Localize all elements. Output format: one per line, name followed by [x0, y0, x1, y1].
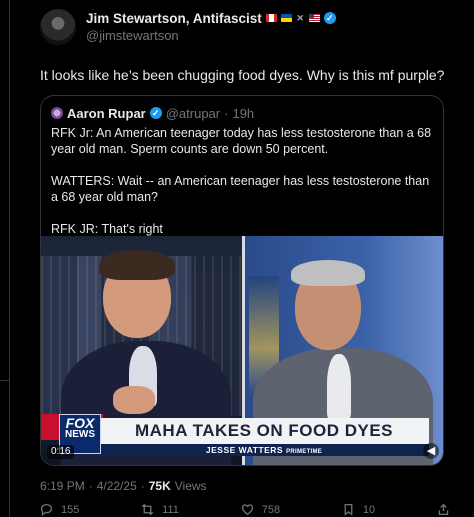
headline-text: MAHA TAKES ON FOOD DYES [99, 418, 429, 444]
repost-button[interactable]: 111 [141, 503, 179, 516]
quoted-time: 19h [232, 105, 255, 121]
thread-line [9, 0, 10, 517]
author-handle[interactable]: @jimstewartson [86, 28, 336, 43]
tweet-metadata: 6:19 PM · 4/22/25 · 75K Views [40, 478, 207, 494]
author-avatar[interactable] [40, 9, 76, 45]
views-label: Views [174, 479, 207, 493]
ukraine-flag-icon [280, 14, 292, 22]
quoted-author-name: Aaron Rupar [67, 105, 146, 121]
quoted-author-handle: @atrupar [165, 105, 221, 121]
quoted-tweet-text: RFK Jr: An American teenager today has l… [51, 125, 435, 253]
share-icon [438, 503, 449, 516]
heart-icon [241, 504, 253, 516]
x-icon: ✕ [296, 12, 305, 23]
author-names: Jim Stewartson, Antifascist ✕ ✓ @jimstew… [86, 9, 336, 43]
canada-flag-icon [265, 14, 277, 22]
tweet-text: It looks like he’s been chugging food dy… [40, 67, 445, 83]
quoted-separator: · [224, 105, 229, 121]
lower-third-banner: MAHA TAKES ON FOOD DYES JESSE WATTERS PRI… [41, 414, 443, 458]
mute-icon[interactable]: ◀ [423, 443, 439, 459]
post-time[interactable]: 6:19 PM [40, 479, 85, 493]
author-name-row[interactable]: Jim Stewartson, Antifascist ✕ ✓ [86, 9, 336, 27]
repost-icon [141, 503, 154, 516]
like-button[interactable]: 758 [241, 503, 280, 516]
quoted-tweet[interactable]: Aaron Rupar ✓ @atrupar · 19h RFK Jr: An … [40, 95, 444, 466]
guest-hair [291, 260, 365, 286]
quoted-tweet-header: Aaron Rupar ✓ @atrupar · 19h [51, 105, 254, 121]
host-hair [99, 250, 175, 280]
share-button[interactable] [437, 503, 450, 516]
tweet-header: Jim Stewartson, Antifascist ✕ ✓ @jimstew… [40, 9, 454, 45]
quoted-paragraph: WATTERS: Wait -- an American teenager ha… [51, 174, 430, 204]
show-suffix: PRIMETIME [286, 449, 323, 455]
video-player[interactable]: MAHA TAKES ON FOOD DYES JESSE WATTERS PRI… [41, 236, 443, 465]
guest-shirt [327, 354, 351, 419]
verified-badge-icon: ✓ [323, 12, 336, 24]
post-date[interactable]: 4/22/25 [97, 479, 137, 493]
host-hand [113, 386, 155, 414]
quoted-paragraph: RFK Jr: An American teenager today has l… [51, 126, 432, 156]
video-timestamp: 0:16 [47, 445, 75, 459]
network-logo-line1: FOX [65, 415, 95, 431]
show-name: JESSE WATTERS PRIMETIME [99, 444, 429, 456]
bookmark-count: 10 [362, 503, 376, 516]
meta-separator: · [88, 479, 93, 493]
verified-badge-icon: ✓ [149, 107, 162, 119]
network-logo-line2: NEWS [65, 429, 95, 440]
thread-connector [0, 380, 9, 381]
bookmark-icon [344, 503, 353, 516]
meta-separator: · [140, 479, 145, 493]
show-title: JESSE WATTERS [205, 445, 284, 455]
quoted-paragraph: RFK JR: That's right [51, 222, 163, 236]
repost-count: 111 [162, 503, 179, 516]
reply-count: 155 [61, 503, 80, 516]
action-bar: 155 111 758 10 [40, 502, 450, 517]
views-count: 75K [148, 479, 171, 493]
reply-button[interactable]: 155 [40, 503, 79, 516]
quoted-author-avatar [51, 107, 63, 119]
author-name[interactable]: Jim Stewartson, Antifascist [86, 11, 262, 26]
reply-icon [40, 503, 53, 516]
us-flag-icon [308, 14, 320, 22]
like-count: 758 [261, 503, 281, 516]
bookmark-button[interactable]: 10 [342, 503, 375, 516]
